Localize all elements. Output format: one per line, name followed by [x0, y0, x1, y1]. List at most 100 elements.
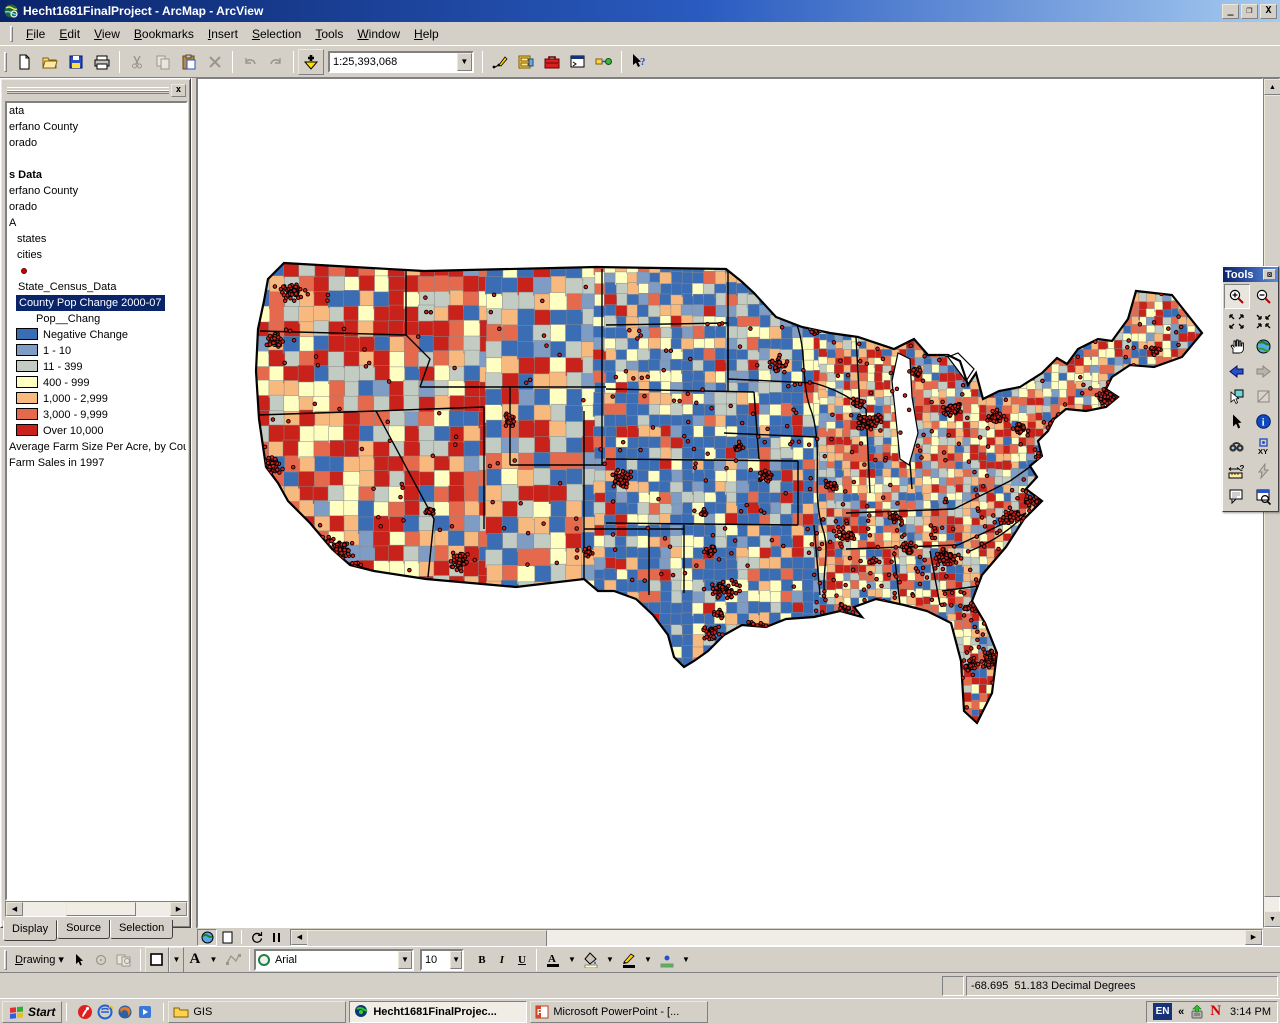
- marker-color-button[interactable]: [655, 947, 679, 973]
- text-tool-dropdown[interactable]: ▼: [206, 947, 221, 973]
- menu-file[interactable]: File: [19, 24, 52, 44]
- map-scale-dropdown-button[interactable]: ▼: [457, 53, 472, 71]
- select-elements-draw-button[interactable]: [68, 947, 90, 973]
- toc-row[interactable]: erfano County: [7, 183, 186, 199]
- toc-scroll-left-button[interactable]: ◀: [6, 902, 23, 916]
- bold-button[interactable]: B: [472, 947, 492, 973]
- tools-palette-titlebar[interactable]: Tools ⊠: [1223, 267, 1278, 282]
- toc-tab-display[interactable]: Display: [3, 920, 57, 941]
- map-scroll-right-button[interactable]: ▶: [1245, 930, 1262, 945]
- toc-tab-selection[interactable]: Selection: [110, 920, 173, 939]
- pan-tool-button[interactable]: [1224, 334, 1250, 359]
- us-county-map[interactable]: [254, 261, 1214, 735]
- minimize-button[interactable]: _: [1222, 4, 1239, 19]
- firefox-quicklaunch-icon[interactable]: [115, 1002, 135, 1022]
- html-popup-button[interactable]: [1224, 484, 1250, 509]
- map-scale-input[interactable]: [330, 56, 457, 68]
- editor-toolbar-button[interactable]: [487, 49, 513, 75]
- menu-tools[interactable]: Tools: [308, 24, 350, 44]
- shape-tool-dropdown[interactable]: ▼: [169, 947, 184, 973]
- select-elements-button[interactable]: [1224, 409, 1250, 434]
- toc-row[interactable]: State_Census_Data: [7, 279, 186, 295]
- paste-button[interactable]: [176, 49, 202, 75]
- select-features-button[interactable]: [1224, 384, 1250, 409]
- italic-button[interactable]: I: [492, 947, 512, 973]
- toc-horizontal-scrollbar[interactable]: ◀ ▶: [5, 901, 188, 917]
- zoom-in-tool-button[interactable]: [1224, 284, 1250, 309]
- toc-row[interactable]: [7, 263, 186, 279]
- fixed-zoom-out-button[interactable]: [1251, 309, 1277, 334]
- modelbuilder-button[interactable]: [591, 49, 617, 75]
- menu-insert[interactable]: Insert: [201, 24, 245, 44]
- map-scroll-up-button[interactable]: ▲: [1264, 79, 1280, 95]
- font-name-dropdown[interactable]: ▼: [398, 951, 412, 969]
- toc-scroll-thumb[interactable]: [66, 902, 136, 916]
- taskbar-task-gis[interactable]: GIS: [168, 1001, 346, 1023]
- map-scroll-down-button[interactable]: ▼: [1264, 911, 1280, 927]
- fixed-zoom-in-button[interactable]: [1224, 309, 1250, 334]
- toc-row[interactable]: erfano County: [7, 119, 186, 135]
- taskbar-task-hecht1681finalprojec-[interactable]: Hecht1681FinalProjec...: [349, 1001, 527, 1023]
- tools-palette[interactable]: Tools ⊠ i XY ?: [1222, 266, 1279, 512]
- toolbar-grip[interactable]: [4, 52, 7, 72]
- measure-button[interactable]: ?: [1224, 459, 1250, 484]
- toc-row[interactable]: orado: [7, 199, 186, 215]
- full-extent-button[interactable]: [1251, 334, 1277, 359]
- menu-grip[interactable]: [10, 26, 13, 42]
- add-data-button[interactable]: [298, 49, 324, 75]
- data-view-button[interactable]: [197, 929, 217, 946]
- save-button[interactable]: [63, 49, 89, 75]
- font-color-dropdown[interactable]: ▼: [565, 947, 579, 973]
- zoom-out-tool-button[interactable]: [1251, 284, 1277, 309]
- print-button[interactable]: [89, 49, 115, 75]
- viewer-window-button[interactable]: [1251, 484, 1277, 509]
- toc-row[interactable]: Pop__Chang: [7, 311, 186, 327]
- line-color-dropdown[interactable]: ▼: [641, 947, 655, 973]
- whats-this-help-button[interactable]: ?: [626, 49, 652, 75]
- drawing-menu-button[interactable]: Drawing ▾: [11, 953, 68, 966]
- toc-row[interactable]: ata: [7, 103, 186, 119]
- shape-tool-button[interactable]: [145, 947, 169, 973]
- open-button[interactable]: [37, 49, 63, 75]
- toc-row[interactable]: Farm Sales in 1997: [7, 455, 186, 471]
- go-to-xy-button[interactable]: XY: [1251, 434, 1277, 459]
- toc-row[interactable]: cities: [7, 247, 186, 263]
- restore-button[interactable]: ❐: [1241, 4, 1258, 19]
- map-hscroll-thumb[interactable]: [307, 930, 547, 947]
- toc-scroll-right-button[interactable]: ▶: [170, 902, 187, 916]
- new-document-button[interactable]: [11, 49, 37, 75]
- toc-row[interactable]: s Data: [7, 167, 186, 183]
- toc-row[interactable]: states: [7, 231, 186, 247]
- taskbar-task-microsoft-powerpoint-[interactable]: PMicrosoft PowerPoint - [...: [530, 1001, 708, 1023]
- toc-row[interactable]: A: [7, 215, 186, 231]
- font-name-input[interactable]: [272, 954, 398, 966]
- go-back-extent-button[interactable]: [1224, 359, 1250, 384]
- menu-edit[interactable]: Edit: [52, 24, 87, 44]
- tray-n-icon[interactable]: N: [1210, 1003, 1221, 1020]
- close-button[interactable]: X: [1260, 4, 1277, 19]
- pause-drawing-button[interactable]: [266, 929, 286, 946]
- arctoolbox-button[interactable]: [539, 49, 565, 75]
- font-size-dropdown[interactable]: ▼: [450, 951, 462, 969]
- aim-quicklaunch-icon[interactable]: [75, 1002, 95, 1022]
- toc-row[interactable]: [7, 151, 186, 167]
- toc-close-button[interactable]: x: [171, 84, 186, 97]
- fill-color-button[interactable]: [579, 947, 603, 973]
- toc-header[interactable]: x: [3, 81, 188, 99]
- toc-layer-list[interactable]: ataerfano Countyorados Dataerfano County…: [5, 101, 188, 901]
- refresh-view-button[interactable]: [246, 929, 266, 946]
- menu-window[interactable]: Window: [350, 24, 407, 44]
- underline-button[interactable]: U: [512, 947, 532, 973]
- tray-collapse-button[interactable]: «: [1178, 1006, 1184, 1018]
- internet-explorer-quicklaunch-icon[interactable]: [95, 1002, 115, 1022]
- toc-row[interactable]: Average Farm Size Per Acre, by Cou: [7, 439, 186, 455]
- media-player-quicklaunch-icon[interactable]: [135, 1002, 155, 1022]
- language-indicator[interactable]: EN: [1153, 1003, 1172, 1020]
- font-color-button[interactable]: A: [541, 947, 565, 973]
- drawbar-grip[interactable]: [4, 950, 7, 970]
- toc-tab-source[interactable]: Source: [57, 920, 110, 939]
- toc-grip[interactable]: [7, 87, 169, 94]
- tools-palette-close-button[interactable]: ⊠: [1263, 269, 1276, 280]
- layout-view-button[interactable]: [217, 929, 237, 946]
- text-tool-button[interactable]: A: [184, 947, 206, 973]
